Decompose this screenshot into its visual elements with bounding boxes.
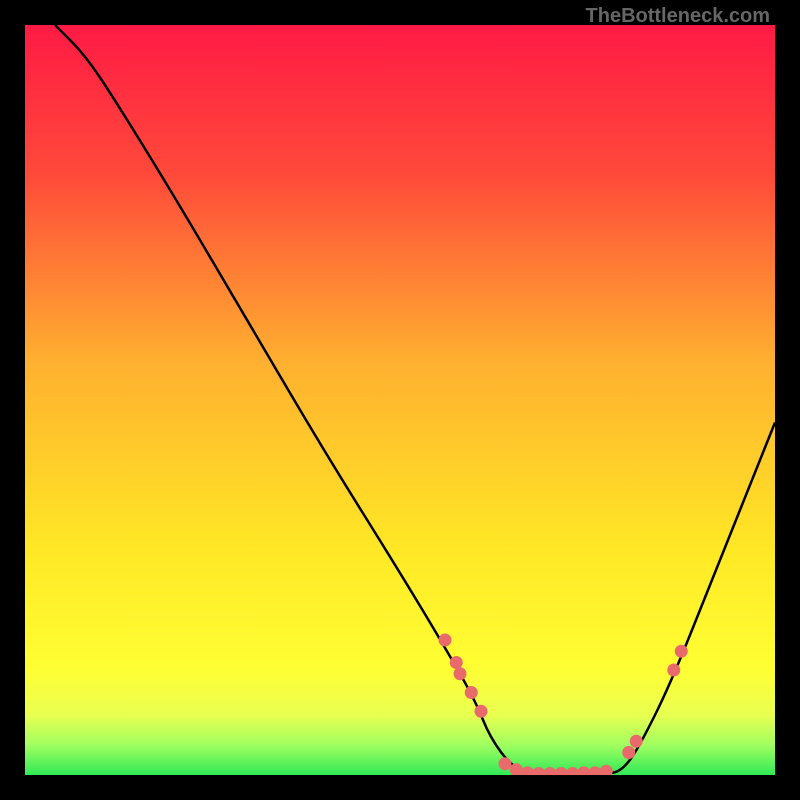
data-point xyxy=(475,705,488,718)
data-point xyxy=(577,766,590,775)
watermark-text: TheBottleneck.com xyxy=(586,5,770,28)
chart-svg xyxy=(25,25,775,775)
data-point xyxy=(544,767,557,775)
data-point xyxy=(600,765,613,775)
data-point xyxy=(555,767,568,775)
data-point xyxy=(521,766,534,775)
data-point xyxy=(465,686,478,699)
chart-container: TheBottleneck.com xyxy=(0,0,800,800)
data-point xyxy=(667,664,680,677)
data-point xyxy=(454,667,467,680)
data-point xyxy=(450,656,463,669)
data-point xyxy=(622,746,635,759)
data-point xyxy=(532,767,545,775)
bottleneck-curve xyxy=(55,25,775,775)
plot-area xyxy=(25,25,775,775)
data-point xyxy=(675,645,688,658)
data-point xyxy=(630,735,643,748)
data-point xyxy=(499,757,512,770)
data-point xyxy=(589,766,602,775)
data-point xyxy=(439,634,452,647)
data-point xyxy=(566,767,579,775)
